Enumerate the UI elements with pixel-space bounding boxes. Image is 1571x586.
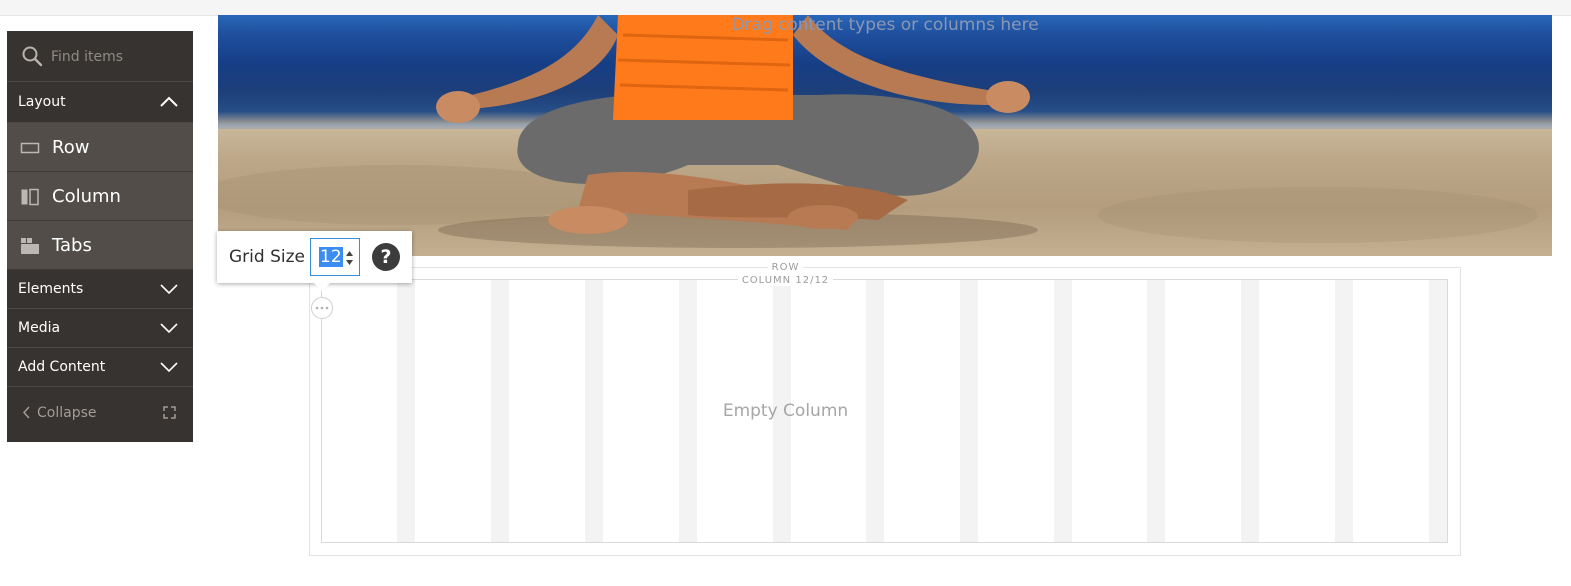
row-icon — [20, 142, 40, 154]
page-builder-panel: Layout Row Column Tabs Elements Media — [7, 31, 193, 442]
hero-background-image: Drag content types or columns here — [218, 15, 1552, 256]
grid-size-popup: Grid Size 12 ? — [217, 231, 412, 291]
layout-item-column-label: Column — [52, 185, 121, 207]
row-label-text: ROW — [767, 262, 804, 273]
more-dots-icon — [315, 306, 329, 310]
tabs-icon — [21, 238, 39, 254]
empty-column-text: Empty Column — [722, 401, 849, 421]
section-layout[interactable]: Layout — [7, 82, 193, 123]
section-media-label: Media — [18, 320, 61, 336]
beach-yoga-illustration — [218, 15, 1552, 248]
drop-hint-text: Drag content types or columns here — [731, 15, 1039, 35]
section-add-content[interactable]: Add Content — [7, 348, 193, 387]
layout-item-tabs-label: Tabs — [52, 234, 92, 256]
grid-size-input[interactable]: 12 — [310, 238, 360, 276]
popup-pointer — [314, 283, 330, 291]
section-add-content-label: Add Content — [18, 359, 106, 375]
top-strip — [0, 0, 1571, 16]
chevron-down-icon — [160, 362, 178, 373]
section-media[interactable]: Media — [7, 309, 193, 348]
layout-item-row-label: Row — [52, 136, 90, 158]
chevron-up-icon — [160, 96, 178, 107]
column-options-handle[interactable] — [311, 297, 333, 319]
chevron-down-icon — [160, 323, 178, 334]
column-icon — [21, 188, 39, 206]
spinner-arrows-icon[interactable] — [345, 249, 354, 267]
search-bar — [7, 31, 193, 82]
help-icon[interactable]: ? — [372, 243, 400, 271]
section-layout-label: Layout — [18, 94, 66, 110]
help-icon-symbol: ? — [380, 246, 392, 268]
layout-item-row[interactable]: Row — [7, 123, 193, 172]
search-input[interactable] — [49, 43, 189, 71]
search-icon — [22, 46, 43, 67]
column-label-text: COLUMN 12/12 — [737, 275, 834, 286]
grid-size-label: Grid Size — [229, 247, 305, 267]
layout-item-column[interactable]: Column — [7, 172, 193, 221]
grid-size-value: 12 — [319, 247, 343, 267]
